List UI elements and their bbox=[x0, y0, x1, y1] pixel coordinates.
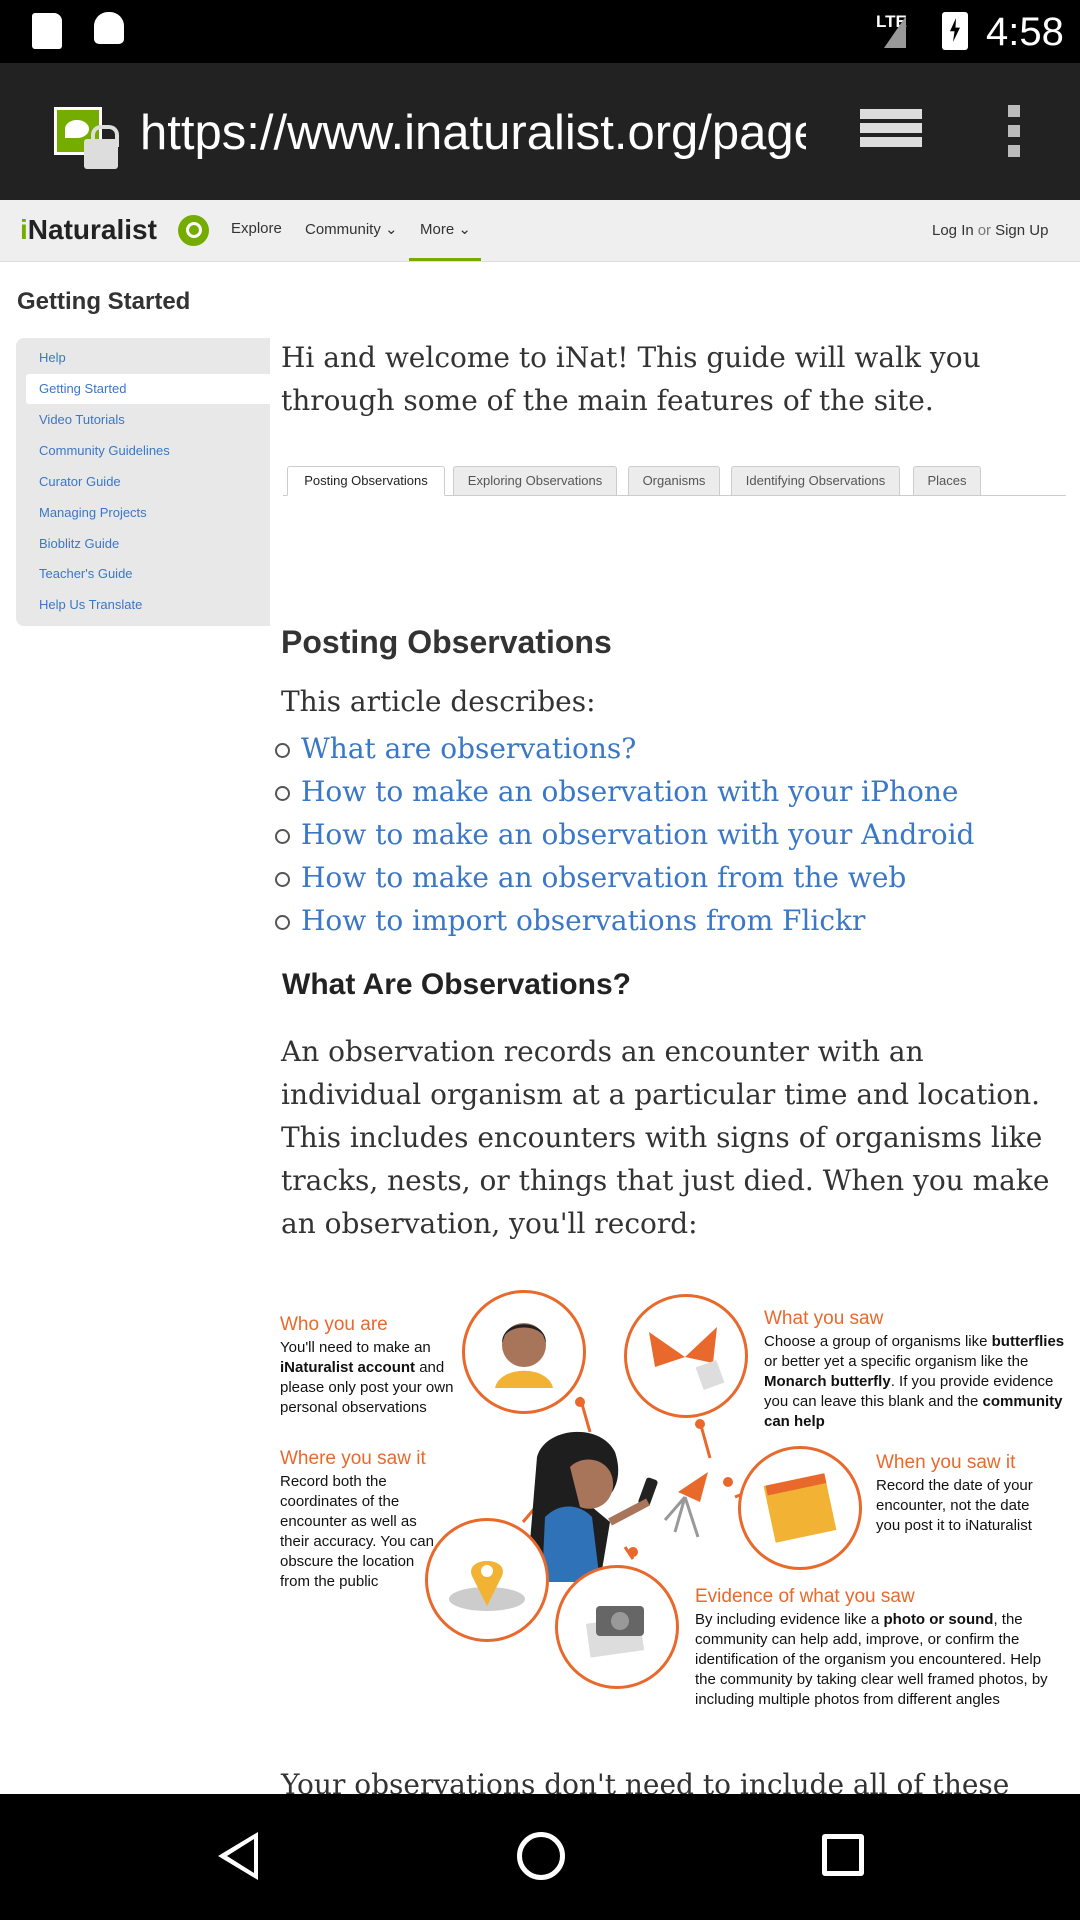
sidebar-item-video-tutorials[interactable]: Video Tutorials bbox=[39, 412, 125, 427]
what-are-observations-heading: What Are Observations? bbox=[282, 968, 631, 1001]
signal-icon bbox=[884, 16, 906, 48]
when-heading: When you saw it bbox=[876, 1452, 1016, 1473]
tab-places[interactable]: Places bbox=[913, 466, 981, 496]
link-android-observation[interactable]: How to make an observation with your And… bbox=[272, 813, 974, 856]
camera-evidence-icon bbox=[585, 1606, 645, 1658]
section-heading: Posting Observations bbox=[281, 624, 612, 660]
observation-infographic: Who you are You'll need to make an iNatu… bbox=[280, 1282, 1066, 1742]
sidebar-item-managing-projects[interactable]: Managing Projects bbox=[39, 505, 147, 520]
signup-link[interactable]: Sign Up bbox=[995, 222, 1048, 239]
where-you-saw-it-circle bbox=[425, 1518, 549, 1642]
tab-exploring-observations[interactable]: Exploring Observations bbox=[453, 466, 617, 496]
browser-toolbar: https://www.inaturalist.org/pages/gettin… bbox=[0, 63, 1080, 200]
observation-description: An observation records an encounter with… bbox=[281, 1035, 1050, 1240]
clock: 4:58 bbox=[986, 10, 1064, 54]
when-you-saw-it-circle bbox=[738, 1446, 862, 1570]
battery-charging-icon bbox=[942, 12, 968, 50]
login-link[interactable]: Log In bbox=[932, 222, 974, 239]
describes-label: This article describes: bbox=[281, 685, 596, 718]
help-sidebar: Help Getting Started Video Tutorials Com… bbox=[16, 338, 270, 626]
url-field[interactable]: https://www.inaturalist.org/pages/gettin… bbox=[140, 103, 806, 163]
chevron-down-icon: ⌄ bbox=[458, 221, 471, 238]
lock-icon bbox=[84, 125, 119, 169]
overflow-menu-icon[interactable] bbox=[1008, 105, 1024, 161]
status-bar: LTE 4:58 bbox=[0, 0, 1080, 63]
when-text: Record the date of your encounter, not t… bbox=[876, 1477, 1033, 1534]
who-you-are-circle bbox=[462, 1290, 586, 1414]
recent-apps-icon[interactable] bbox=[822, 1834, 864, 1876]
nav-community[interactable]: Community ⌄ bbox=[305, 220, 398, 238]
sidebar-item-bioblitz-guide[interactable]: Bioblitz Guide bbox=[39, 536, 119, 551]
home-icon[interactable] bbox=[517, 1832, 565, 1880]
sidebar-item-help-us-translate[interactable]: Help Us Translate bbox=[39, 597, 142, 612]
link-what-are-observations[interactable]: What are observations? bbox=[272, 727, 974, 770]
inaturalist-logo[interactable]: iNaturalist bbox=[20, 214, 157, 246]
what-text: Choose a group of organisms like butterf… bbox=[764, 1333, 1065, 1430]
who-text: You'll need to make an iNaturalist accou… bbox=[280, 1339, 454, 1416]
chevron-down-icon: ⌄ bbox=[385, 221, 398, 238]
active-nav-indicator bbox=[409, 258, 481, 261]
link-flickr-import[interactable]: How to import observations from Flickr bbox=[272, 899, 974, 942]
evidence-text: By including evidence like a photo or so… bbox=[695, 1611, 1048, 1708]
intro-text: Hi and welcome to iNat! This guide will … bbox=[281, 341, 981, 417]
what-you-saw-circle bbox=[624, 1294, 748, 1418]
where-text: Record both the coordinates of the encou… bbox=[280, 1473, 434, 1590]
sidebar-item-help[interactable]: Help bbox=[39, 350, 66, 365]
who-heading: Who you are bbox=[280, 1314, 388, 1335]
sidebar-item-getting-started[interactable]: Getting Started bbox=[39, 381, 126, 396]
nav-explore[interactable]: Explore bbox=[231, 220, 282, 237]
tab-identifying-observations[interactable]: Identifying Observations bbox=[731, 466, 900, 496]
back-icon[interactable] bbox=[218, 1832, 258, 1880]
search-icon[interactable] bbox=[178, 215, 209, 246]
location-pin-icon bbox=[449, 1561, 525, 1611]
auth-links: Log In or Sign Up bbox=[932, 222, 1049, 239]
link-web-observation[interactable]: How to make an observation from the web bbox=[272, 856, 974, 899]
where-heading: Where you saw it bbox=[280, 1448, 426, 1469]
sidebar-item-community-guidelines[interactable]: Community Guidelines bbox=[39, 443, 170, 458]
sd-card-icon bbox=[32, 13, 62, 49]
calendar-icon bbox=[763, 1473, 837, 1543]
page-title: Getting Started bbox=[17, 288, 191, 315]
butterfly-icon bbox=[649, 1327, 725, 1391]
site-header: iNaturalist Explore Community ⌄ More ⌄ L… bbox=[0, 200, 1080, 262]
android-icon bbox=[94, 12, 124, 44]
what-heading: What you saw bbox=[764, 1308, 884, 1329]
article-links: What are observations? How to make an ob… bbox=[272, 727, 974, 942]
sidebar-item-curator-guide[interactable]: Curator Guide bbox=[39, 474, 121, 489]
nav-more[interactable]: More ⌄ bbox=[420, 220, 471, 238]
system-nav-bar bbox=[0, 1794, 1080, 1920]
tab-posting-observations[interactable]: Posting Observations bbox=[287, 466, 445, 496]
tab-organisms[interactable]: Organisms bbox=[628, 466, 720, 496]
evidence-circle bbox=[555, 1565, 679, 1689]
guide-tabs: Posting Observations Exploring Observati… bbox=[283, 466, 1066, 496]
link-iphone-observation[interactable]: How to make an observation with your iPh… bbox=[272, 770, 974, 813]
sidebar-item-teachers-guide[interactable]: Teacher's Guide bbox=[39, 566, 133, 581]
tabs-switcher-icon[interactable] bbox=[860, 109, 922, 153]
evidence-heading: Evidence of what you saw bbox=[695, 1586, 915, 1607]
person-avatar-icon bbox=[495, 1323, 553, 1388]
